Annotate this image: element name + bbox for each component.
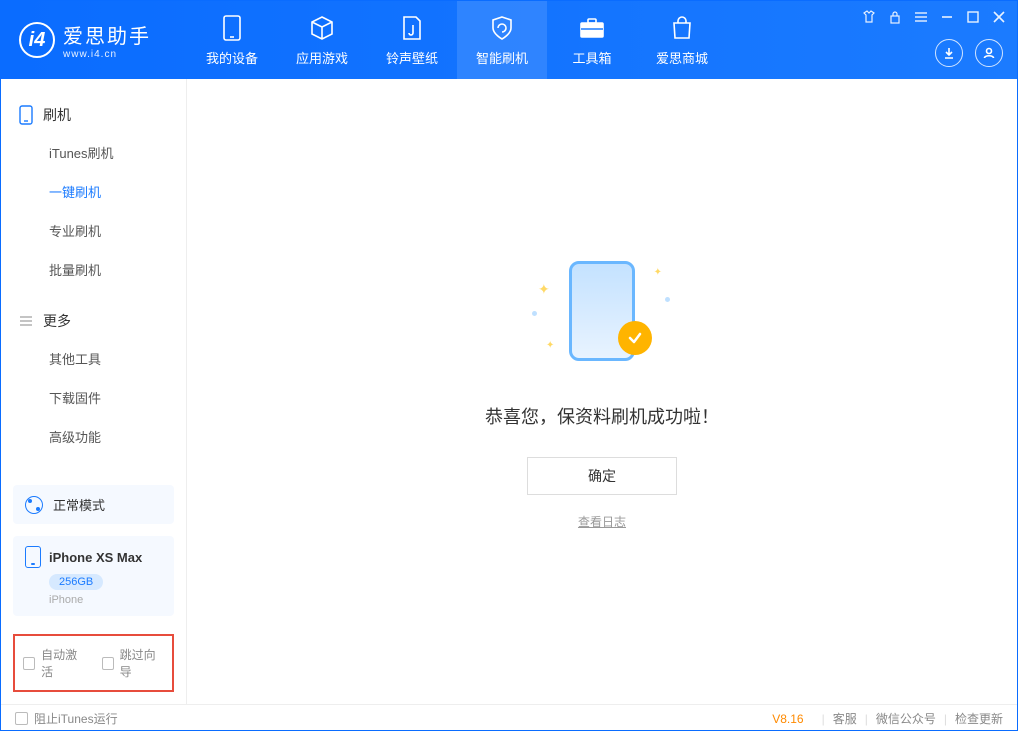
mode-card[interactable]: 正常模式 [13,485,174,524]
device-type: iPhone [49,594,162,606]
tab-label: 工具箱 [572,48,611,67]
version-label: V8.16 [772,712,803,726]
logo-area: i4 爱思助手 www.i4.cn [1,20,187,60]
section-more-label: 更多 [43,311,71,331]
view-log-link[interactable]: 查看日志 [578,513,626,530]
tab-my-device[interactable]: 我的设备 [187,1,277,79]
list-icon [19,315,33,327]
main-content: ✦ ✦ ✦ 恭喜您，保资料刷机成功啦！ 确定 查看日志 [187,79,1017,704]
logo-text: 爱思助手 www.i4.cn [63,20,151,60]
checkbox-icon [102,657,114,670]
checkbox-skip-guide[interactable]: 跳过向导 [102,646,165,680]
tshirt-icon[interactable] [861,9,877,25]
maximize-icon[interactable] [965,9,981,25]
app-subtitle: www.i4.cn [63,49,151,60]
device-icon [218,14,246,42]
sidebar-item-download-firmware[interactable]: 下载固件 [1,378,186,417]
device-card[interactable]: iPhone XS Max 256GB iPhone [13,536,174,616]
dot-icon [665,297,670,302]
device-storage-badge: 256GB [49,574,103,590]
sidebar-item-advanced[interactable]: 高级功能 [1,417,186,456]
header-actions [935,39,1003,67]
success-message: 恭喜您，保资料刷机成功啦！ [485,403,719,429]
sidebar-item-oneclick-flash[interactable]: 一键刷机 [1,172,186,211]
app-header: i4 爱思助手 www.i4.cn 我的设备 应用游戏 铃声壁纸 智能刷机 工具… [1,1,1017,79]
close-icon[interactable] [991,9,1007,25]
footer-link-check-update[interactable]: 检查更新 [955,710,1003,727]
sidebar-item-itunes-flash[interactable]: iTunes刷机 [1,133,186,172]
tab-toolbox[interactable]: 工具箱 [547,1,637,79]
sidebar-item-other-tools[interactable]: 其他工具 [1,339,186,378]
checkbox-block-itunes[interactable]: 阻止iTunes运行 [15,710,118,727]
highlighted-checkbox-row: 自动激活 跳过向导 [13,634,174,692]
footer-right: V8.16 | 客服 | 微信公众号 | 检查更新 [772,710,1003,727]
briefcase-icon [578,14,606,42]
tab-store[interactable]: 爱思商城 [637,1,727,79]
tab-label: 爱思商城 [656,48,708,67]
sparkle-icon: ✦ [538,281,550,298]
checkbox-label: 跳过向导 [120,646,164,680]
tab-label: 铃声壁纸 [386,48,438,67]
checkbox-label: 自动激活 [41,646,85,680]
minimize-icon[interactable] [939,9,955,25]
footer: 阻止iTunes运行 V8.16 | 客服 | 微信公众号 | 检查更新 [1,704,1017,732]
ok-button[interactable]: 确定 [527,457,677,495]
section-flash: 刷机 [1,97,186,133]
nav-tabs: 我的设备 应用游戏 铃声壁纸 智能刷机 工具箱 爱思商城 [187,1,727,79]
tab-label: 智能刷机 [476,48,528,67]
checkbox-auto-activate[interactable]: 自动激活 [23,646,86,680]
sparkle-icon: ✦ [654,267,662,278]
tab-ringtones-wallpapers[interactable]: 铃声壁纸 [367,1,457,79]
section-flash-label: 刷机 [43,105,71,125]
tab-label: 应用游戏 [296,48,348,67]
normal-mode-icon [25,496,43,514]
app-logo-icon: i4 [19,22,55,58]
sidebar-item-batch-flash[interactable]: 批量刷机 [1,250,186,289]
lock-icon[interactable] [887,9,903,25]
cube-icon [308,14,336,42]
download-button[interactable] [935,39,963,67]
bag-icon [668,14,696,42]
sidebar-item-pro-flash[interactable]: 专业刷机 [1,211,186,250]
window-controls [861,9,1007,25]
tab-apps-games[interactable]: 应用游戏 [277,1,367,79]
device-phone-icon [25,546,41,568]
menu-icon[interactable] [913,9,929,25]
dot-icon [532,311,537,316]
separator: | [865,712,868,726]
music-file-icon [398,14,426,42]
sidebar: 刷机 iTunes刷机 一键刷机 专业刷机 批量刷机 更多 其他工具 下载固件 … [1,79,187,704]
phone-icon [19,105,33,125]
device-name: iPhone XS Max [49,550,142,565]
tab-label: 我的设备 [206,48,258,67]
footer-link-support[interactable]: 客服 [833,710,857,727]
separator: | [822,712,825,726]
app-title: 爱思助手 [63,20,151,49]
sparkle-icon: ✦ [546,340,554,351]
checkbox-icon [15,712,28,725]
checkbox-label: 阻止iTunes运行 [34,710,118,727]
shield-refresh-icon [488,14,516,42]
section-more: 更多 [1,303,186,339]
user-button[interactable] [975,39,1003,67]
separator: | [944,712,947,726]
success-illustration: ✦ ✦ ✦ [532,253,672,373]
check-badge-icon [618,321,652,355]
body: 刷机 iTunes刷机 一键刷机 专业刷机 批量刷机 更多 其他工具 下载固件 … [1,79,1017,704]
checkbox-icon [23,657,35,670]
footer-link-wechat[interactable]: 微信公众号 [876,710,936,727]
mode-label: 正常模式 [53,495,105,514]
tab-smart-flash[interactable]: 智能刷机 [457,1,547,79]
